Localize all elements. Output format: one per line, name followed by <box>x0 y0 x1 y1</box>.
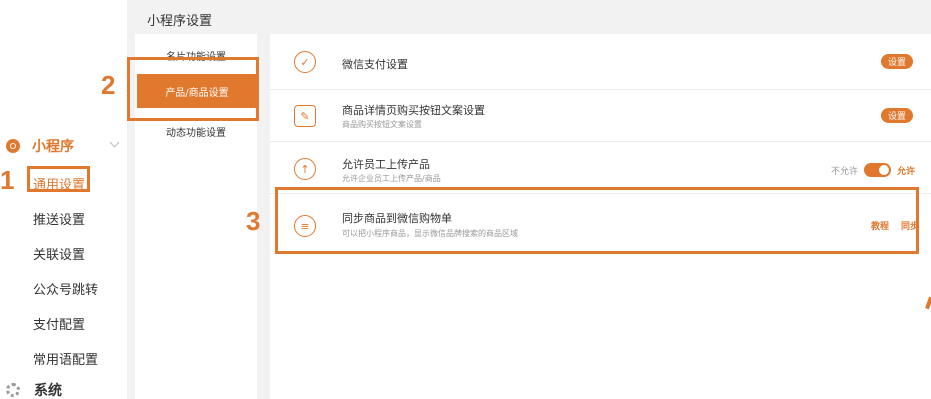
buy-button-text-settings-button[interactable]: 设置 <box>881 108 913 123</box>
sidebar-group-miniprogram[interactable]: 小程序 <box>6 136 122 156</box>
sidebar-item-link[interactable]: 关联设置 <box>33 244 85 263</box>
sidebar-item-push[interactable]: 推送设置 <box>33 209 85 228</box>
page-title: 小程序设置 <box>147 14 213 29</box>
setting-title: 微信支付设置 <box>342 58 408 71</box>
sidebar-item-phrases[interactable]: 常用语配置 <box>33 349 98 368</box>
wechat-pay-icon: ✓ <box>294 51 316 73</box>
sidebar-item-system[interactable]: 系统 <box>6 380 62 399</box>
chevron-down-icon[interactable] <box>109 137 120 148</box>
setting-title: 允许员工上传产品 <box>342 158 430 171</box>
sidebar-item-official-account[interactable]: 公众号跳转 <box>33 279 98 298</box>
setting-subtitle: 商品购买按钮文案设置 <box>342 120 422 129</box>
step-number-3: 3 <box>246 206 261 236</box>
miniprogram-icon <box>6 139 20 153</box>
staff-upload-toggle[interactable] <box>863 163 891 177</box>
step-number-1: 1 <box>0 165 15 195</box>
setting-row-wechat-pay: ✓ 微信支付设置 设置 <box>270 34 931 90</box>
highlight-box-general-settings <box>27 166 90 192</box>
setting-title: 商品详情页购买按钮文案设置 <box>342 104 485 117</box>
setting-row-buy-button-text: ✎ 商品详情页购买按钮文案设置 商品购买按钮文案设置 设置 <box>270 90 931 142</box>
wechat-pay-settings-button[interactable]: 设置 <box>881 54 913 69</box>
sidebar-group-label: 小程序 <box>32 139 74 155</box>
subnav-item-dynamic[interactable]: 动态功能设置 <box>135 124 257 139</box>
highlight-box-product-settings <box>127 57 259 121</box>
staff-upload-toggle-group: 不允许 允许 <box>831 163 915 177</box>
highlight-box-sync-row <box>275 187 919 254</box>
setting-subtitle: 允许企业员工上传产品/商品 <box>342 174 441 183</box>
toggle-on-label: 允许 <box>896 166 915 177</box>
sidebar-item-payment[interactable]: 支付配置 <box>33 314 85 333</box>
toggle-off-label: 不允许 <box>830 166 858 177</box>
edit-icon: ✎ <box>294 105 316 127</box>
sidebar: 小程序 通用设置 推送设置 关联设置 公众号跳转 支付配置 常用语配置 系统 <box>0 0 127 399</box>
step-number-2: 2 <box>101 70 116 100</box>
gear-icon <box>6 383 20 397</box>
sidebar-system-label: 系统 <box>34 383 62 399</box>
upload-arrow-icon: ↑ <box>294 158 316 180</box>
